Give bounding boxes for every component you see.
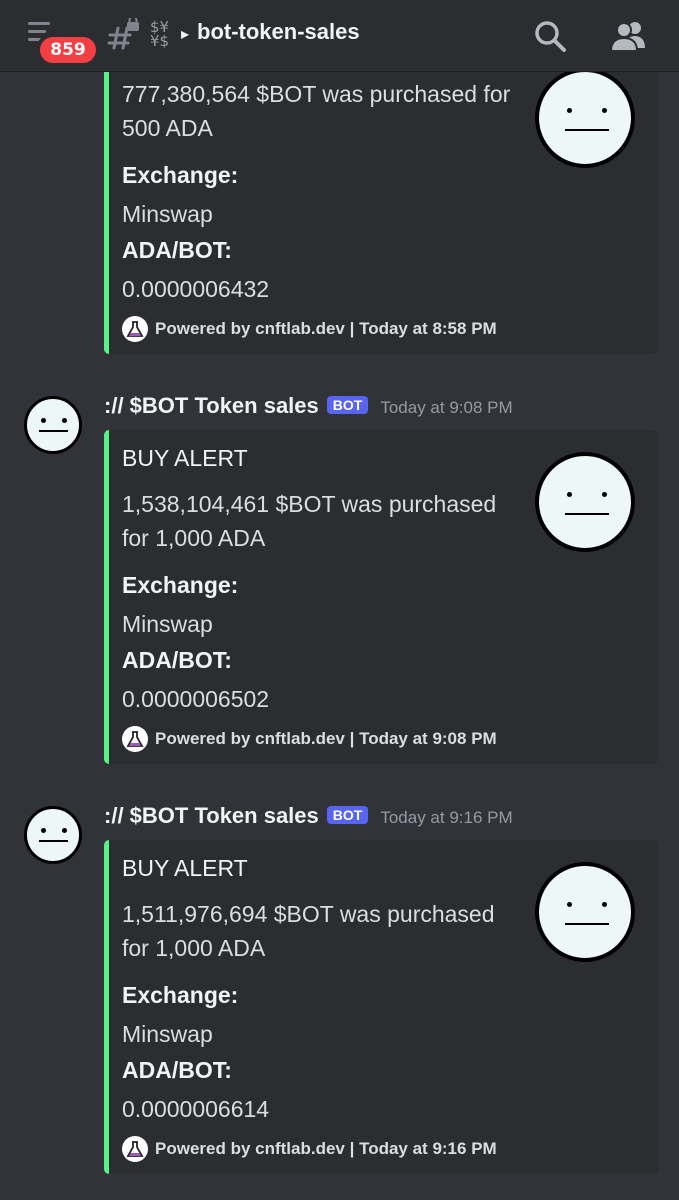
message-header: :// $BOT Token sales BOT Today at 9:08 PM (104, 393, 513, 423)
field-name: ADA/BOT: (122, 237, 232, 263)
bot-tag: BOT (326, 806, 369, 824)
author-name[interactable]: :// $BOT Token sales (104, 393, 319, 418)
embed-thumbnail[interactable] (535, 68, 635, 168)
field-value: 0.0000006432 (122, 276, 270, 302)
footer-text: Powered by cnftlab.dev | Today at 8:58 P… (155, 319, 497, 338)
flask-icon (122, 1136, 148, 1162)
embed-description: 1,538,104,461 $BOT was purchased for 1,0… (122, 491, 497, 551)
field-value: Minswap (122, 201, 213, 227)
timestamp: Today at 9:08 PM (380, 398, 513, 417)
embed: BUY ALERT 1,538,104,461 $BOT was purchas… (104, 430, 658, 764)
field-value: Minswap (122, 611, 213, 637)
author-name[interactable]: :// $BOT Token sales (104, 803, 319, 828)
channel-header: 859 $¥ ¥$ ▸ bot-token-sales (0, 0, 679, 72)
embed-description: 777,380,564 $BOT was purchased for 500 A… (122, 81, 511, 141)
embed-thumbnail[interactable] (535, 452, 635, 552)
channel-name[interactable]: bot-token-sales (197, 19, 360, 45)
avatar[interactable] (24, 396, 82, 454)
unread-badge: 859 (36, 33, 100, 67)
field-name: ADA/BOT: (122, 1057, 232, 1083)
embed-thumbnail[interactable] (535, 862, 635, 962)
field-name: ADA/BOT: (122, 647, 232, 673)
flask-icon (122, 316, 148, 342)
embed-footer: Powered by cnftlab.dev | Today at 9:16 P… (122, 1136, 497, 1164)
channel-emoji-prefix: $¥ ¥$ (150, 18, 170, 50)
field-name: Exchange: (122, 162, 239, 188)
footer-text: Powered by cnftlab.dev | Today at 9:08 P… (155, 729, 497, 748)
bot-tag: BOT (326, 396, 369, 414)
flask-icon (122, 726, 148, 752)
field-name: Exchange: (122, 982, 239, 1008)
field-name: Exchange: (122, 572, 239, 598)
embed: 777,380,564 $BOT was purchased for 500 A… (104, 40, 658, 354)
footer-text: Powered by cnftlab.dev | Today at 9:16 P… (155, 1139, 497, 1158)
channel-arrow-icon: ▸ (181, 24, 190, 43)
message-header: :// $BOT Token sales BOT Today at 9:16 PM (104, 803, 513, 833)
embed-title: BUY ALERT (122, 445, 248, 471)
embed-title: BUY ALERT (122, 855, 248, 881)
embed: BUY ALERT 1,511,976,694 $BOT was purchas… (104, 840, 658, 1174)
embed-footer: Powered by cnftlab.dev | Today at 9:08 P… (122, 726, 497, 754)
avatar[interactable] (24, 806, 82, 864)
search-icon[interactable] (532, 18, 568, 54)
embed-description: 1,511,976,694 $BOT was purchased for 1,0… (122, 901, 495, 961)
field-value: Minswap (122, 1021, 213, 1047)
members-icon[interactable] (609, 18, 649, 54)
field-value: 0.0000006502 (122, 686, 270, 712)
timestamp: Today at 9:16 PM (380, 808, 513, 827)
embed-footer: Powered by cnftlab.dev | Today at 8:58 P… (122, 316, 497, 344)
field-value: 0.0000006614 (122, 1096, 270, 1122)
locked-channel-hash-icon (107, 18, 139, 50)
